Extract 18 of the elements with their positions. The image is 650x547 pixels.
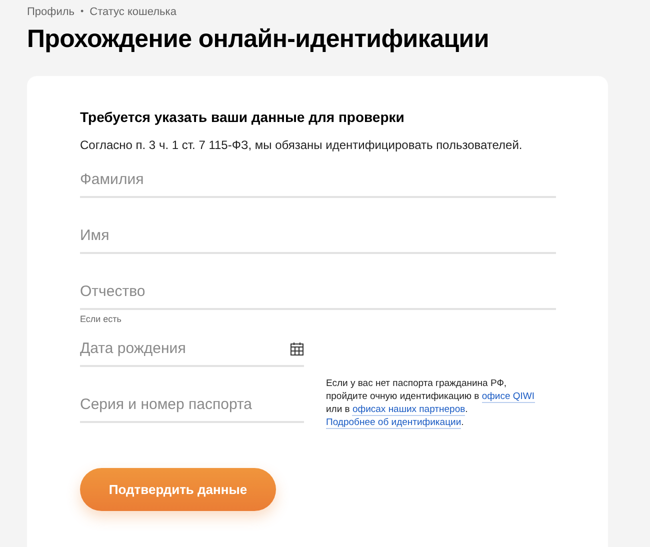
page-title: Прохождение онлайн-идентификации	[27, 24, 490, 55]
breadcrumb-link[interactable]: Профиль	[27, 4, 74, 20]
input-field[interactable]: Серия и номер паспорта	[80, 391, 304, 423]
input-field[interactable]: Фамилия	[80, 166, 556, 198]
calendar-icon[interactable]	[290, 342, 304, 356]
input-field[interactable]: Имя	[80, 222, 556, 254]
link[interactable]: офисе QIWI	[482, 391, 535, 403]
input-field[interactable]: Отчество	[80, 278, 556, 310]
breadcrumb-separator: •	[80, 5, 84, 18]
field-hint: Если есть	[80, 313, 122, 325]
submit-button[interactable]: Подтвердить данные	[80, 468, 276, 511]
identification-note: Если у вас нет паспорта гражданина РФ, пройдите очную идентификацию в офисе QIWI или в офисах наших партнеров. Подробнее об идентификации.	[326, 377, 535, 429]
link[interactable]: офисах наших партнеров	[352, 404, 466, 416]
breadcrumb-current: Статус кошелька	[90, 4, 176, 20]
date-field[interactable]: Дата рождения	[80, 335, 304, 367]
form-description: Согласно п. 3 ч. 1 ст. 7 115-ФЗ, мы обязаны идентифицировать пользователей.	[80, 137, 524, 154]
form-heading: Требуется указать ваши данные для проверки	[80, 108, 406, 127]
link[interactable]: Подробнее об идентификации	[326, 417, 462, 429]
